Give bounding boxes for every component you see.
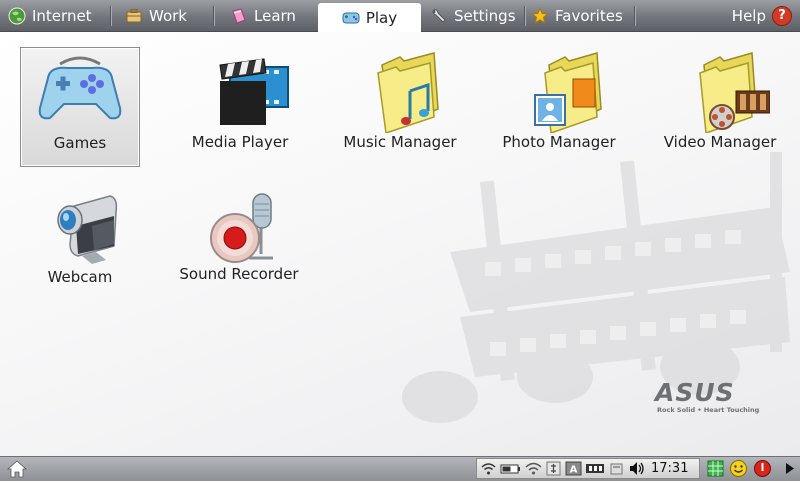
tab-label: Work [149,6,187,25]
app-label: Photo Manager [502,133,616,151]
app-label: Webcam [47,268,113,286]
tab-work[interactable]: Work [125,0,187,31]
globe-icon [8,7,26,25]
book-icon [230,7,248,25]
gamepad-icon [342,9,360,27]
power-icon[interactable] [545,461,562,476]
asus-wordmark: ASUS [655,378,735,407]
app-webcam[interactable]: Webcam [5,182,155,286]
music-folder-icon [350,47,450,134]
tab-label: Settings [454,6,516,25]
app-sound-recorder[interactable]: Sound Recorder [164,182,314,283]
sound-recorder-icon [189,182,289,268]
tab-divider [213,6,215,26]
power-button-icon[interactable] [753,459,772,478]
app-label: Video Manager [663,133,777,151]
system-tray: A 17:31 [476,458,700,479]
tab-divider [634,6,636,26]
photo-folder-icon [509,47,609,135]
webcam-icon [30,182,130,268]
grid-icon[interactable] [706,459,725,478]
tab-label: Internet [32,6,92,25]
app-label: Music Manager [343,133,457,151]
network-icon[interactable] [480,461,497,476]
tab-label: Play [365,8,398,27]
app-label: Games [53,134,107,152]
tab-favorites[interactable]: Favorites [531,0,623,31]
app-video-manager[interactable]: Video Manager [645,47,795,151]
smiley-icon[interactable] [729,459,748,478]
app-launcher-area: Games Media Player Music Manager Photo M… [0,32,800,456]
help-button[interactable]: Help ? [732,0,792,31]
star-icon [531,6,549,25]
wifi-icon[interactable] [525,461,542,476]
usb-icon[interactable] [585,461,605,476]
asus-logo: ASUS Rock Solid • Heart Touching [655,378,770,415]
taskbar: A 17:31 [0,456,800,481]
app-music-manager[interactable]: Music Manager [325,47,475,151]
app-games[interactable]: Games [20,47,140,167]
briefcase-icon [125,7,143,25]
home-button[interactable] [6,459,28,479]
battery-icon[interactable] [500,461,522,476]
tab-label: Favorites [555,6,623,25]
app-photo-manager[interactable]: Photo Manager [484,47,634,151]
help-label: Help [731,6,766,25]
tab-label: Learn [254,6,296,25]
tab-divider [524,6,526,26]
volume-icon[interactable] [628,461,645,476]
memory-card-icon[interactable] [608,461,625,476]
wrench-icon [430,7,448,25]
tab-internet[interactable]: Internet [8,0,92,31]
tab-play[interactable]: Play [318,3,421,32]
gamepad-icon [30,48,130,134]
video-folder-icon [670,47,771,135]
tab-learn[interactable]: Learn [230,0,296,31]
app-media-player[interactable]: Media Player [165,47,315,151]
arrow-right-icon[interactable] [780,459,799,478]
tab-divider [110,6,112,26]
tab-settings[interactable]: Settings [430,0,516,31]
clock[interactable]: 17:31 [651,461,688,476]
asus-tagline: Rock Solid • Heart Touching [657,406,760,414]
app-label: Media Player [191,133,289,151]
top-tab-bar: Internet Work Learn Play Settings Favori… [0,0,800,32]
svg-text:A: A [570,465,578,476]
help-icon: ? [772,5,792,26]
keyboard-icon[interactable]: A [565,461,582,476]
clapperboard-film-icon [190,47,290,133]
home-icon [6,460,28,478]
